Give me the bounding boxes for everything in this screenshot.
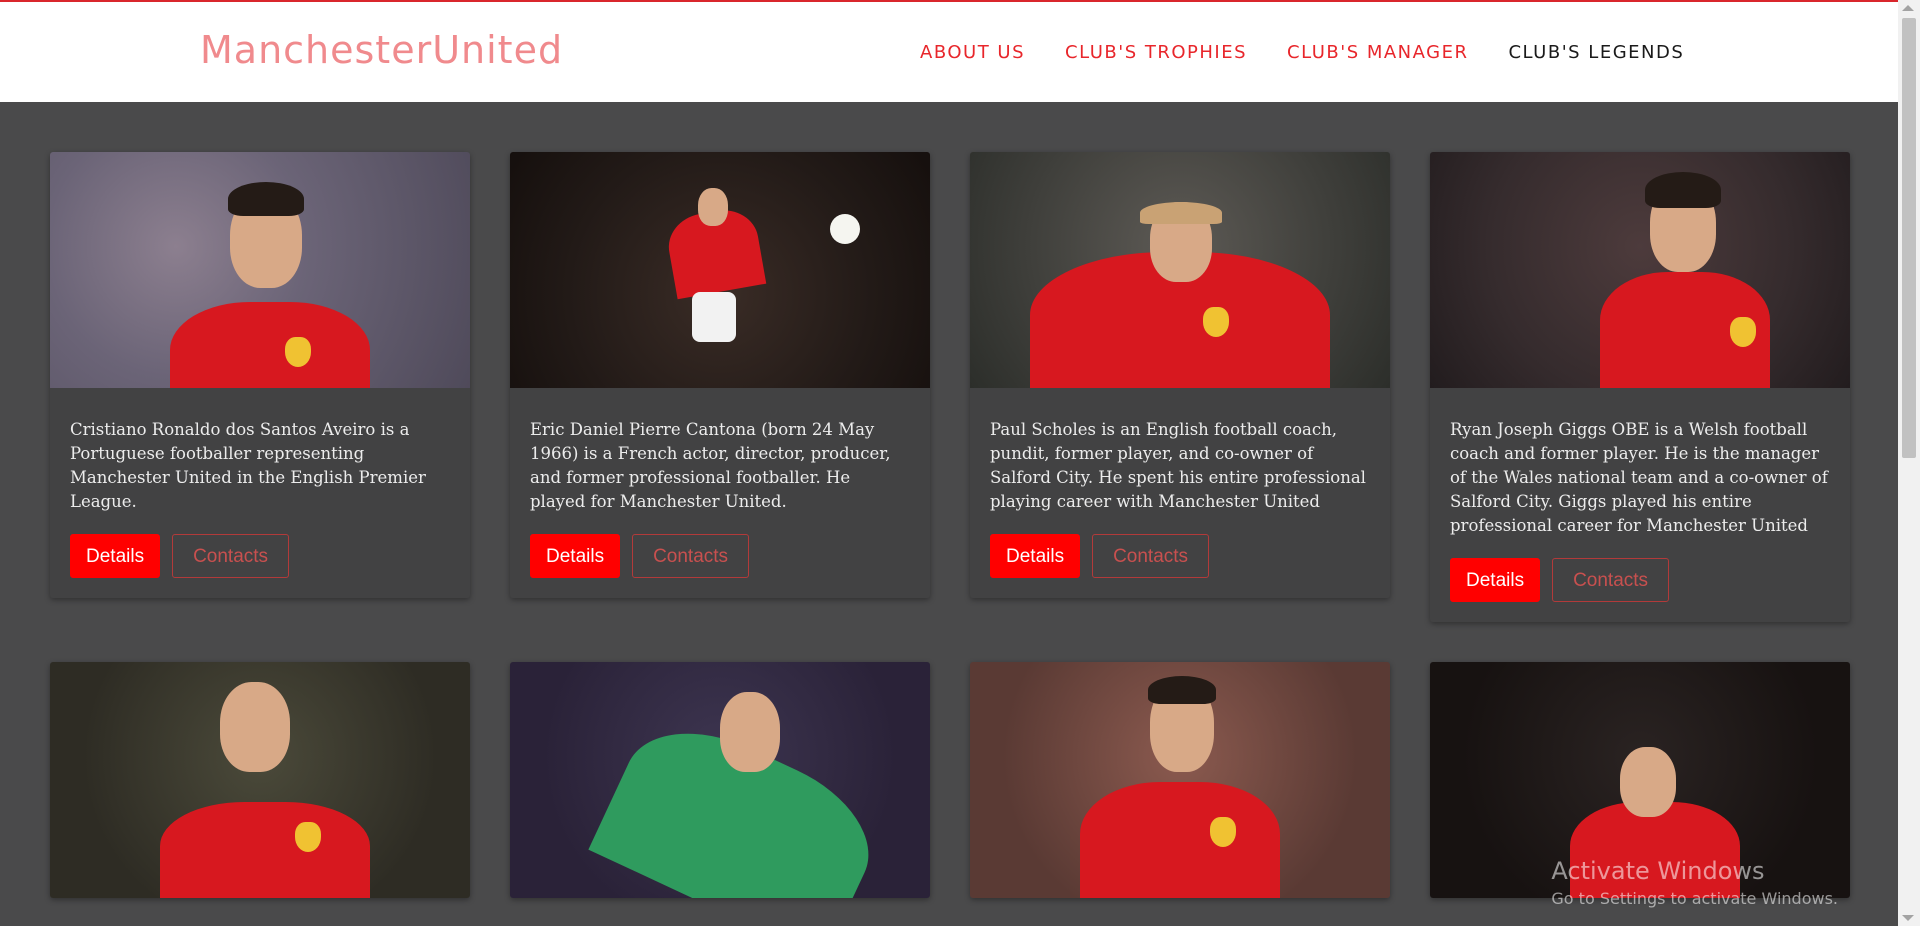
card-body: Paul Scholes is an English football coac…	[970, 388, 1390, 598]
nav-link-club-manager[interactable]: CLUB'S MANAGER	[1287, 42, 1468, 63]
card-description: Ryan Joseph Giggs OBE is a Welsh footbal…	[1450, 420, 1828, 535]
legend-card: Ryan Joseph Giggs OBE is a Welsh footbal…	[1430, 152, 1850, 622]
card-description: Cristiano Ronaldo dos Santos Aveiro is a…	[70, 420, 426, 511]
contacts-button[interactable]: Contacts	[632, 534, 750, 578]
card-description: Paul Scholes is an English football coac…	[990, 420, 1366, 511]
card-actions: Details Contacts	[1450, 558, 1830, 602]
legend-card	[50, 662, 470, 898]
contacts-button[interactable]: Contacts	[1552, 558, 1670, 602]
navbar: ManchesterUnited ABOUT US CLUB'S TROPHIE…	[0, 2, 1898, 102]
legend-card-grid: Cristiano Ronaldo dos Santos Aveiro is a…	[50, 152, 1850, 898]
legend-card: Cristiano Ronaldo dos Santos Aveiro is a…	[50, 152, 470, 598]
card-actions: Details Contacts	[70, 534, 450, 578]
player-photo	[50, 662, 470, 898]
scroll-up-arrow-icon[interactable]	[1902, 5, 1914, 11]
contacts-button[interactable]: Contacts	[1092, 534, 1210, 578]
details-button[interactable]: Details	[990, 534, 1081, 578]
nav-link-club-legends[interactable]: CLUB'S LEGENDS	[1508, 42, 1684, 63]
scroll-down-arrow-icon[interactable]	[1902, 915, 1914, 921]
player-photo-giggs	[1430, 152, 1850, 388]
legends-content: Cristiano Ronaldo dos Santos Aveiro is a…	[0, 102, 1898, 926]
details-button[interactable]: Details	[530, 534, 621, 578]
player-photo	[1430, 662, 1850, 898]
player-photo-ronaldo	[50, 152, 470, 388]
details-button[interactable]: Details	[1450, 558, 1541, 602]
card-body: Cristiano Ronaldo dos Santos Aveiro is a…	[50, 388, 470, 598]
legend-card	[970, 662, 1390, 898]
card-body: Eric Daniel Pierre Cantona (born 24 May …	[510, 388, 930, 598]
nav-links: ABOUT US CLUB'S TROPHIES CLUB'S MANAGER …	[920, 42, 1684, 63]
legend-card: Eric Daniel Pierre Cantona (born 24 May …	[510, 152, 930, 598]
scrollbar-thumb[interactable]	[1902, 18, 1916, 458]
card-actions: Details Contacts	[530, 534, 910, 578]
vertical-scrollbar[interactable]	[1898, 0, 1920, 926]
contacts-button[interactable]: Contacts	[172, 534, 290, 578]
details-button[interactable]: Details	[70, 534, 161, 578]
player-photo-scholes	[970, 152, 1390, 388]
page-viewport: ManchesterUnited ABOUT US CLUB'S TROPHIE…	[0, 0, 1920, 926]
brand-logo[interactable]: ManchesterUnited	[200, 29, 563, 72]
nav-link-about-us[interactable]: ABOUT US	[920, 42, 1025, 63]
card-description: Eric Daniel Pierre Cantona (born 24 May …	[530, 420, 891, 511]
legend-card: Paul Scholes is an English football coac…	[970, 152, 1390, 598]
legend-card	[510, 662, 930, 898]
player-photo	[970, 662, 1390, 898]
legend-card	[1430, 662, 1850, 898]
player-photo	[510, 662, 930, 898]
nav-link-club-trophies[interactable]: CLUB'S TROPHIES	[1065, 42, 1247, 63]
card-actions: Details Contacts	[990, 534, 1370, 578]
card-body: Ryan Joseph Giggs OBE is a Welsh footbal…	[1430, 388, 1850, 622]
player-photo-cantona	[510, 152, 930, 388]
